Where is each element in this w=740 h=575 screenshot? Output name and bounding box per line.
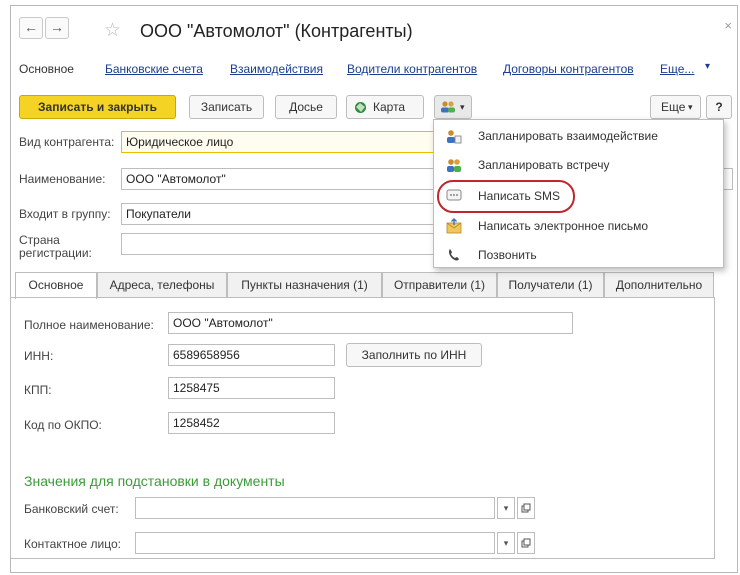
back-button[interactable]: ← bbox=[19, 17, 43, 39]
nav-interactions[interactable]: Взаимодействия bbox=[230, 62, 323, 76]
tab-receivers[interactable]: Получатели (1) bbox=[497, 272, 604, 298]
menu-item-send-email[interactable]: Написать электронное письмо bbox=[434, 212, 723, 240]
kind-label: Вид контрагента: bbox=[19, 135, 115, 149]
chevron-down-icon: ▾ bbox=[688, 102, 693, 112]
contact-field[interactable] bbox=[135, 532, 495, 554]
globe-icon bbox=[355, 102, 366, 113]
menu-item-plan-meeting[interactable]: Запланировать встречу bbox=[434, 151, 723, 179]
kpp-field[interactable]: 1258475 bbox=[168, 377, 335, 399]
map-button[interactable]: Карта bbox=[346, 95, 424, 119]
arrow-right-icon: → bbox=[50, 19, 64, 35]
tab-addresses[interactable]: Адреса, телефоны bbox=[97, 272, 227, 298]
chevron-down-icon: ▾ bbox=[460, 102, 465, 112]
tab-panel bbox=[10, 297, 715, 559]
tab-destinations[interactable]: Пункты назначения (1) bbox=[227, 272, 382, 298]
menu-item-plan-interaction[interactable]: Запланировать взаимодействие bbox=[434, 122, 723, 150]
fill-by-inn-button[interactable]: Заполнить по ИНН bbox=[346, 343, 482, 367]
kind-field[interactable]: Юридическое лицо bbox=[121, 131, 441, 153]
nav-contracts[interactable]: Договоры контрагентов bbox=[503, 62, 634, 76]
star-icon[interactable]: ☆ bbox=[104, 19, 121, 42]
group-label: Входит в группу: bbox=[19, 207, 111, 221]
tab-additional[interactable]: Дополнительно bbox=[604, 272, 714, 298]
open-button[interactable] bbox=[517, 532, 535, 554]
kpp-label: КПП: bbox=[24, 383, 52, 397]
open-window-icon bbox=[521, 538, 531, 548]
menu-item-call[interactable]: Позвонить bbox=[434, 241, 723, 269]
fullname-field[interactable]: ООО "Автомолот" bbox=[168, 312, 573, 334]
highlight-ring bbox=[437, 180, 575, 213]
country-label-line1: Страна bbox=[19, 233, 60, 247]
more-button[interactable]: Еще ▾ bbox=[650, 95, 701, 119]
phone-icon bbox=[449, 249, 459, 261]
dropdown-button[interactable]: ▾ bbox=[497, 532, 515, 554]
contact-label: Контактное лицо: bbox=[24, 537, 121, 551]
chevron-down-icon: ▾ bbox=[503, 503, 509, 513]
open-button[interactable] bbox=[517, 497, 535, 519]
nav-bank-accounts[interactable]: Банковские счета bbox=[105, 62, 203, 76]
save-and-close-button[interactable]: Записать и закрыть bbox=[19, 95, 176, 119]
arrow-left-icon: ← bbox=[24, 19, 38, 35]
bank-account-field[interactable] bbox=[135, 497, 495, 519]
inn-field[interactable]: 6589658956 bbox=[168, 344, 335, 366]
page-title: ООО "Автомолот" (Контрагенты) bbox=[140, 21, 413, 41]
people-icon bbox=[447, 130, 462, 144]
country-field[interactable] bbox=[121, 233, 441, 255]
country-label-line2: регистрации: bbox=[19, 246, 92, 260]
bank-account-label: Банковский счет: bbox=[24, 502, 119, 516]
menu-item-label: Позвонить bbox=[478, 248, 537, 262]
inn-label: ИНН: bbox=[24, 349, 54, 363]
okpo-label: Код по ОКПО: bbox=[24, 418, 102, 432]
menu-item-label: Запланировать встречу bbox=[478, 158, 610, 172]
save-button[interactable]: Записать bbox=[189, 95, 264, 119]
people-icon bbox=[441, 101, 455, 113]
tab-senders[interactable]: Отправители (1) bbox=[382, 272, 497, 298]
section-title: Значения для подстановки в документы bbox=[24, 473, 285, 489]
nav-more[interactable]: Еще... bbox=[660, 62, 694, 76]
people-icon bbox=[447, 159, 461, 172]
more-button-label: Еще bbox=[661, 100, 686, 114]
dropdown-button[interactable]: ▾ bbox=[497, 497, 515, 519]
tab-bar: Основное Адреса, телефоны Пункты назначе… bbox=[10, 272, 714, 299]
help-button[interactable]: ? bbox=[706, 95, 732, 119]
menu-item-label: Написать электронное письмо bbox=[478, 219, 649, 233]
forward-button[interactable]: → bbox=[45, 17, 69, 39]
close-icon[interactable]: × bbox=[724, 18, 732, 33]
fullname-label: Полное наименование: bbox=[24, 318, 154, 332]
open-window-icon bbox=[521, 503, 531, 513]
menu-item-label: Запланировать взаимодействие bbox=[478, 129, 658, 143]
chevron-down-icon[interactable]: ▾ bbox=[705, 61, 710, 72]
name-label: Наименование: bbox=[19, 172, 106, 186]
create-based-on-button[interactable]: ▾ bbox=[434, 95, 472, 119]
nav-main[interactable]: Основное bbox=[19, 62, 74, 76]
tab-main[interactable]: Основное bbox=[15, 272, 97, 299]
map-button-label: Карта bbox=[373, 100, 406, 114]
nav-drivers[interactable]: Водители контрагентов bbox=[347, 62, 477, 76]
okpo-field[interactable]: 1258452 bbox=[168, 412, 335, 434]
envelope-icon bbox=[446, 218, 462, 234]
group-field[interactable]: Покупатели bbox=[121, 203, 441, 225]
chevron-down-icon: ▾ bbox=[503, 538, 509, 548]
country-label: Страна регистрации: bbox=[19, 234, 92, 260]
dossier-button[interactable]: Досье bbox=[275, 95, 337, 119]
